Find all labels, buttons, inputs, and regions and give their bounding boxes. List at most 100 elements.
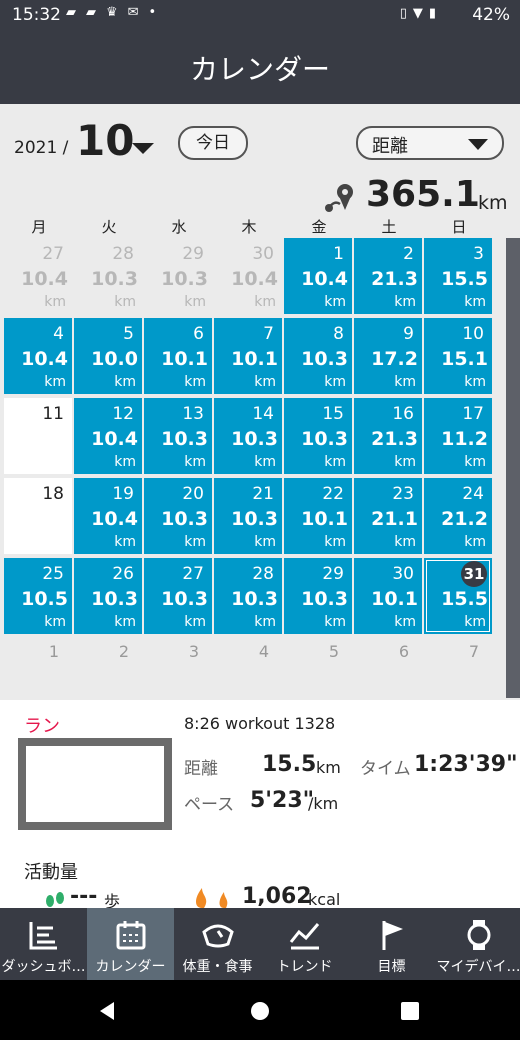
nav-calendar[interactable]: カレンダー: [87, 908, 174, 980]
nav-label: カレンダー: [95, 959, 166, 975]
calendar-day-cell[interactable]: 27 10.4 km: [4, 238, 72, 314]
calendar-day-cell[interactable]: 17 11.2 km: [424, 398, 492, 474]
day-distance-unit: km: [114, 454, 136, 470]
day-number: 25: [42, 564, 64, 584]
day-number: 30: [392, 564, 414, 584]
day-distance: 10.1: [161, 348, 208, 370]
calendar-day-cell[interactable]: 20 10.3 km: [144, 478, 212, 554]
calendar-day-cell[interactable]: 3 15.5 km: [424, 238, 492, 314]
day-distance: 10.3: [161, 428, 208, 450]
day-distance: 11.2: [441, 428, 488, 450]
day-distance-unit: km: [254, 454, 276, 470]
day-distance: 10.3: [91, 268, 138, 290]
day-number: 8: [333, 324, 344, 344]
nav-label: マイデバイ…: [436, 959, 520, 975]
total-distance: 365.1: [366, 174, 480, 215]
today-button[interactable]: 今日: [178, 126, 248, 160]
calendar-day-cell[interactable]: 8 10.3 km: [284, 318, 352, 394]
calendar-day-cell[interactable]: 24 21.2 km: [424, 478, 492, 554]
calendar-day-cell[interactable]: 22 10.1 km: [284, 478, 352, 554]
day-distance-unit: km: [464, 374, 486, 390]
month-selector[interactable]: 10: [76, 116, 134, 165]
day-number: 3: [188, 642, 200, 661]
day-number: 20: [182, 484, 204, 504]
day-number: 2: [118, 642, 130, 661]
workout-title: 8:26 workout 1328: [184, 714, 336, 733]
calendar-day-cell[interactable]: 14 10.3 km: [214, 398, 282, 474]
calendar-day-cell[interactable]: 4 10.4 km: [4, 318, 72, 394]
weekday-label: 月: [31, 218, 47, 236]
calendar-day-cell[interactable]: 12 10.4 km: [74, 398, 142, 474]
day-distance-unit: km: [254, 614, 276, 630]
day-number: 4: [258, 642, 270, 661]
calendar-day-cell[interactable]: 2 21.3 km: [354, 238, 422, 314]
calendar-day-cell[interactable]: 1 10.4 km: [284, 238, 352, 314]
day-number: 11: [42, 404, 64, 424]
calendar-day-cell[interactable]: 13 10.3 km: [144, 398, 212, 474]
day-number: 29: [182, 244, 204, 264]
route-map-thumbnail[interactable]: [18, 738, 172, 830]
calendar-day-cell[interactable]: 29 10.3 km: [284, 558, 352, 634]
home-icon[interactable]: [249, 1000, 271, 1022]
scrollbar[interactable]: [506, 238, 520, 698]
day-distance-unit: km: [184, 534, 206, 550]
metric-select[interactable]: 距離: [356, 126, 504, 160]
calendar-day-cell[interactable]: 23 21.1 km: [354, 478, 422, 554]
nav-label: ダッシュボ…: [1, 959, 86, 975]
day-distance-unit: km: [464, 534, 486, 550]
back-icon[interactable]: [96, 1000, 118, 1022]
day-number: 28: [112, 244, 134, 264]
calendar-day-cell[interactable]: 16 21.3 km: [354, 398, 422, 474]
weekday-label: 水: [171, 218, 187, 236]
calendar-day-cell[interactable]: 30 10.1 km: [354, 558, 422, 634]
year-label: 2021 /: [14, 138, 69, 158]
day-distance-unit: km: [324, 534, 346, 550]
calendar-day-cell[interactable]: 30 10.4 km: [214, 238, 282, 314]
day-number: 17: [462, 404, 484, 424]
nav-trend[interactable]: トレンド: [261, 908, 348, 980]
nav-label: トレンド: [276, 959, 333, 975]
calendar-day-cell[interactable]: 9 17.2 km: [354, 318, 422, 394]
day-distance: 10.4: [91, 428, 138, 450]
day-distance: 15.5: [441, 268, 488, 290]
activity-label: 活動量: [24, 862, 78, 883]
day-distance-unit: km: [44, 374, 66, 390]
day-distance-unit: km: [254, 294, 276, 310]
nav-goals[interactable]: 目標: [348, 908, 435, 980]
calendar-day-cell[interactable]: 15 10.3 km: [284, 398, 352, 474]
calendar-day-cell[interactable]: 28 10.3 km: [214, 558, 282, 634]
calendar-day-cell[interactable]: 27 10.3 km: [144, 558, 212, 634]
day-distance: 10.3: [301, 588, 348, 610]
calendar-day-cell[interactable]: 29 10.3 km: [144, 238, 212, 314]
day-distance-unit: km: [464, 294, 486, 310]
nav-my-device[interactable]: マイデバイ…: [435, 908, 520, 980]
day-distance-unit: km: [114, 374, 136, 390]
recents-icon[interactable]: [400, 1001, 420, 1021]
calendar-day-cell[interactable]: 28 10.3 km: [74, 238, 142, 314]
calendar-day-cell[interactable]: 31 15.5 km: [424, 558, 492, 634]
calendar-day-cell[interactable]: 10 15.1 km: [424, 318, 492, 394]
calendar-day-cell[interactable]: 18: [4, 478, 72, 554]
calendar-day-cell[interactable]: 19 10.4 km: [74, 478, 142, 554]
calendar-day-cell[interactable]: 11: [4, 398, 72, 474]
bottom-navigation: ダッシュボ… カレンダー 体重・食事 トレンド 目標 マイデバイ…: [0, 908, 520, 980]
day-number: 16: [392, 404, 414, 424]
day-number: 27: [182, 564, 204, 584]
calendar-day-cell[interactable]: 7 10.1 km: [214, 318, 282, 394]
calendar-day-cell[interactable]: 5 10.0 km: [74, 318, 142, 394]
calendar-day-cell[interactable]: 21 10.3 km: [214, 478, 282, 554]
day-distance: 10.1: [371, 588, 418, 610]
chevron-down-icon[interactable]: [132, 143, 154, 154]
time-label: タイム: [360, 759, 411, 779]
nav-weight-food[interactable]: 体重・食事: [174, 908, 261, 980]
app-bar: カレンダー: [0, 32, 520, 104]
calendar-day-cell[interactable]: 26 10.3 km: [74, 558, 142, 634]
pace-value: 5'23": [250, 788, 315, 813]
system-icons: ▯▼▮: [399, 6, 442, 21]
calendar-day-cell[interactable]: 25 10.5 km: [4, 558, 72, 634]
weekday-label: 火: [101, 218, 117, 236]
nav-dashboard[interactable]: ダッシュボ…: [0, 908, 87, 980]
day-number: 13: [182, 404, 204, 424]
calendar-day-cell[interactable]: 6 10.1 km: [144, 318, 212, 394]
day-number: 5: [123, 324, 134, 344]
